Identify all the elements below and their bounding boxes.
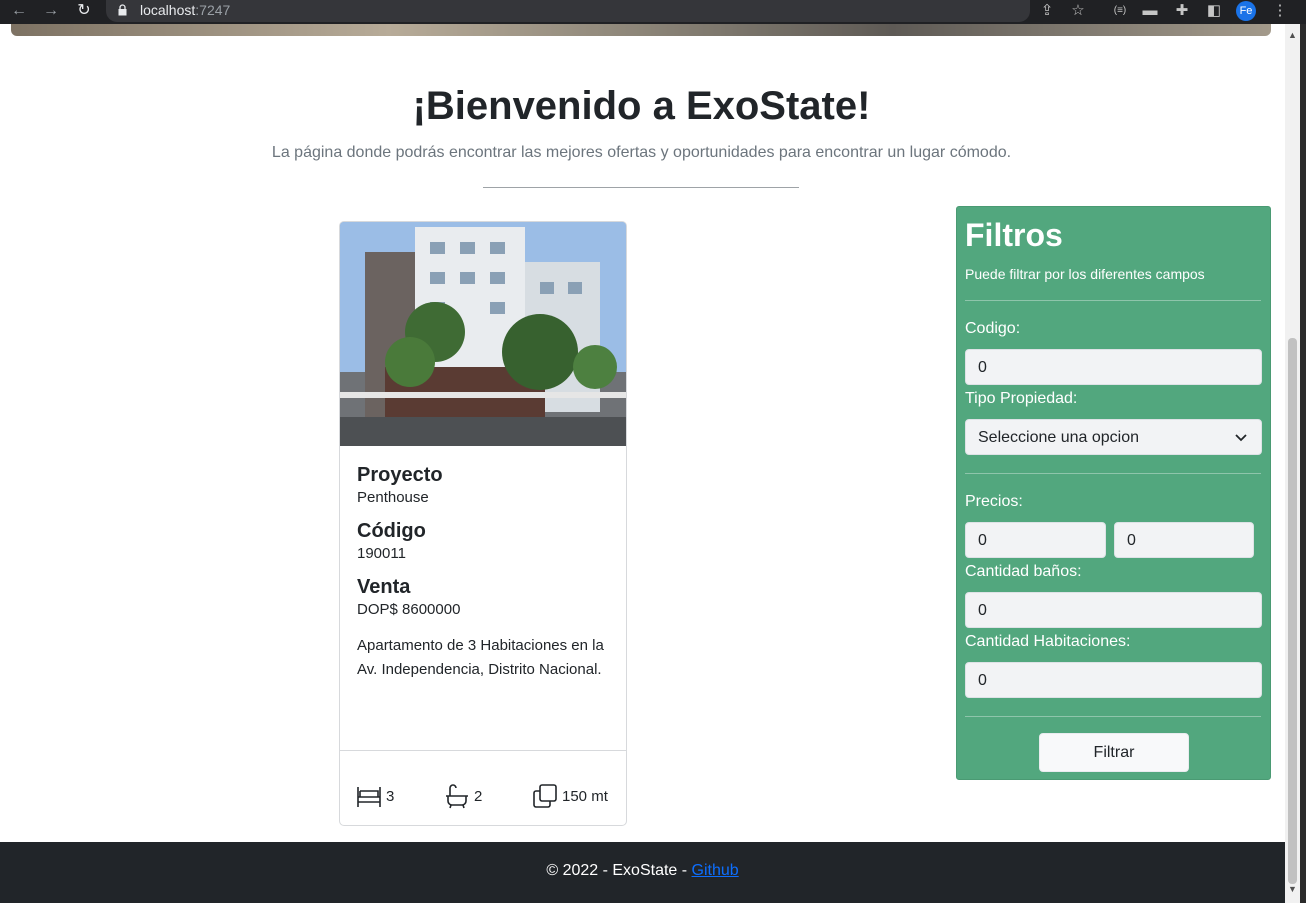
property-photo — [340, 222, 626, 446]
sidepanel-icon[interactable]: ◧ — [1204, 1, 1224, 21]
page-scrollbar[interactable]: ▲ ▼ — [1285, 24, 1300, 903]
price-min-input[interactable]: 0 — [965, 522, 1106, 558]
menu-kebab-icon[interactable]: ⋮ — [1270, 1, 1290, 21]
github-link[interactable]: Github — [692, 862, 739, 879]
card-body: Proyecto Penthouse Código 190011 Venta D… — [357, 462, 609, 682]
page-title: ¡Bienvenido a ExoState! — [412, 84, 871, 128]
property-card[interactable]: Proyecto Penthouse Código 190011 Venta D… — [339, 221, 627, 826]
price-max-input[interactable]: 0 — [1114, 522, 1254, 558]
scrollbar-thumb[interactable] — [1288, 338, 1297, 884]
bathroom-count: 2 — [444, 783, 482, 809]
page-footer: © 2022 - ExoState - Github — [0, 842, 1285, 903]
filters-divider — [965, 473, 1261, 474]
code-filter-label: Codigo: — [965, 320, 1021, 337]
chevron-down-icon — [1235, 420, 1247, 470]
sale-price: DOP$ 8600000 — [357, 601, 461, 618]
property-type-label: Tipo Propiedad: — [965, 390, 1078, 407]
extension-bird-icon[interactable]: ▬ — [1140, 1, 1160, 21]
filter-button[interactable]: Filtrar — [1039, 733, 1189, 772]
top-banner-image — [11, 24, 1271, 36]
lock-icon — [118, 4, 127, 16]
filters-panel: Filtros Puede filtrar por los diferentes… — [956, 206, 1271, 780]
code-filter-input[interactable]: 0 — [965, 349, 1262, 385]
scroll-up-icon[interactable]: ▲ — [1288, 30, 1297, 40]
project-label: Proyecto — [357, 464, 443, 486]
baths-label: Cantidad baños: — [965, 563, 1082, 580]
area-squares-icon — [533, 784, 557, 808]
sale-label: Venta — [357, 576, 411, 598]
forward-arrow-icon[interactable]: → — [40, 0, 62, 22]
scroll-down-icon[interactable]: ▼ — [1288, 884, 1297, 894]
code-value: 190011 — [357, 545, 406, 562]
back-arrow-icon[interactable]: ← — [8, 0, 30, 22]
address-bar[interactable]: localhost:7247 — [106, 0, 1030, 22]
card-footer: 3 2 150 mt — [340, 750, 626, 825]
filters-hint: Puede filtrar por los diferentes campos — [965, 266, 1205, 282]
property-type-select[interactable]: Seleccione una opcion — [965, 419, 1262, 455]
property-description: Apartamento de 3 Habitaciones en la Av. … — [357, 637, 604, 678]
window-edge — [1300, 24, 1306, 903]
puzzle-icon[interactable]: ✚ — [1172, 1, 1192, 21]
price-label: Precios: — [965, 493, 1023, 510]
code-label: Código — [357, 520, 426, 542]
filters-divider — [965, 716, 1261, 717]
copyright-text: © 2022 - ExoState - — [546, 862, 692, 879]
extension-icon[interactable]: (≡) — [1110, 1, 1130, 21]
bedroom-count: 3 — [356, 783, 394, 809]
area-size: 150 mt — [532, 783, 608, 809]
rooms-input[interactable]: 0 — [965, 662, 1262, 698]
browser-toolbar: ← → ↻ localhost:7247 ⇪ ☆ (≡) ▬ ✚ ◧ Fe ⋮ — [0, 0, 1306, 24]
filters-title: Filtros — [965, 217, 1063, 253]
rooms-label: Cantidad Habitaciones: — [965, 633, 1131, 650]
page-subtitle: La página donde podrás encontrar las mej… — [271, 144, 1012, 161]
bathtub-icon — [446, 784, 468, 809]
filters-divider — [965, 300, 1261, 301]
bed-icon — [357, 787, 381, 807]
url-text: localhost:7247 — [140, 2, 231, 18]
share-icon[interactable]: ⇪ — [1037, 1, 1057, 21]
profile-avatar[interactable]: Fe — [1236, 1, 1256, 21]
reload-icon[interactable]: ↻ — [73, 0, 95, 22]
project-value: Penthouse — [357, 489, 429, 506]
star-icon[interactable]: ☆ — [1068, 1, 1088, 21]
header-divider — [483, 187, 799, 188]
baths-input[interactable]: 0 — [965, 592, 1262, 628]
